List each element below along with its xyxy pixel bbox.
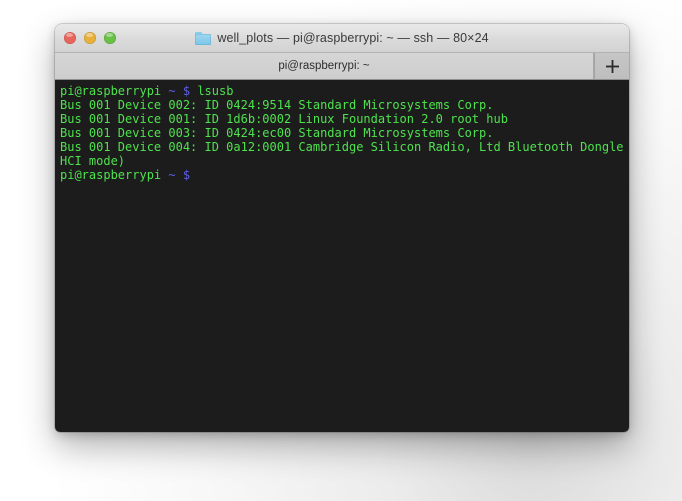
output-text: Bus 001 Device 004: ID 0a12:0001 Cambrid… [60,140,629,154]
window-title: well_plots — pi@raspberrypi: ~ — ssh — 8… [217,31,489,45]
title-group: well_plots — pi@raspberrypi: ~ — ssh — 8… [195,31,489,45]
output-text: HCI mode) [60,154,126,168]
window-titlebar[interactable]: well_plots — pi@raspberrypi: ~ — ssh — 8… [55,24,629,53]
prompt-command: lsusb [197,84,234,98]
prompt-path: ~ [168,168,176,182]
terminal-output-line: Bus 001 Device 001: ID 1d6b:0002 Linux F… [60,112,629,126]
desktop-background: well_plots — pi@raspberrypi: ~ — ssh — 8… [0,0,682,501]
prompt-path: ~ [168,84,176,98]
output-text: Bus 001 Device 002: ID 0424:9514 Standar… [60,98,494,112]
terminal-content-area[interactable]: pi@raspberrypi ~ $ lsusb Bus 001 Device 0… [55,80,629,432]
prompt-sigil: $ [182,84,191,98]
prompt-sigil: $ [182,168,191,182]
folder-icon [195,31,212,45]
terminal-output-line: Bus 001 Device 003: ID 0424:ec00 Standar… [60,126,629,140]
minimize-button[interactable] [84,32,96,44]
output-text: Bus 001 Device 001: ID 1d6b:0002 Linux F… [60,112,508,126]
terminal-prompt-line: pi@raspberrypi ~ $ lsusb [60,84,629,98]
tab-pi-raspberrypi[interactable]: pi@raspberrypi: ~ [55,53,594,79]
plus-icon [605,59,619,73]
terminal-output-line: HCI mode) [60,154,629,168]
maximize-button[interactable] [104,32,116,44]
new-tab-button[interactable] [594,53,629,79]
terminal-prompt-line: pi@raspberrypi ~ $ [60,168,629,182]
output-text: Bus 001 Device 003: ID 0424:ec00 Standar… [60,126,494,140]
terminal-output-line: Bus 001 Device 004: ID 0a12:0001 Cambrid… [60,140,629,154]
prompt-user-host: pi@raspberrypi [60,84,162,98]
window-controls [64,24,116,52]
terminal-output-line: Bus 001 Device 002: ID 0424:9514 Standar… [60,98,629,112]
terminal-window[interactable]: well_plots — pi@raspberrypi: ~ — ssh — 8… [55,24,629,432]
prompt-user-host: pi@raspberrypi [60,168,162,182]
tab-bar: pi@raspberrypi: ~ [55,53,629,80]
tab-label: pi@raspberrypi: ~ [278,60,370,72]
close-button[interactable] [64,32,76,44]
terminal-output: pi@raspberrypi ~ $ lsusb Bus 001 Device 0… [60,84,629,182]
